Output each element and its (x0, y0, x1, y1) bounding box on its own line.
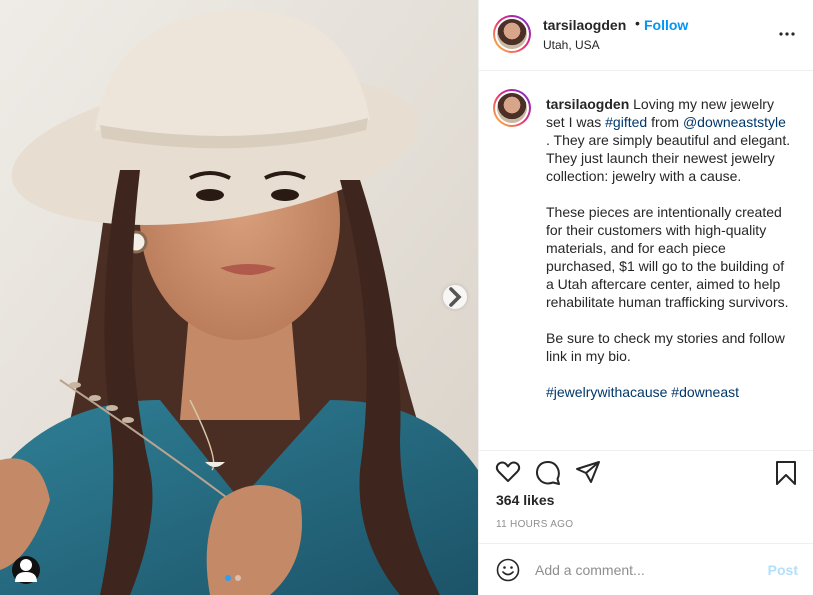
post-comment-button[interactable]: Post (768, 562, 798, 578)
next-photo-button[interactable] (443, 285, 467, 309)
hashtag-link[interactable]: #jewelrywithacause (546, 384, 667, 400)
caption-section: tarsilaogden Loving my new jewelry set I… (479, 72, 813, 450)
carousel-indicator (225, 575, 241, 581)
hashtag-link[interactable]: #gifted (605, 114, 647, 130)
emoji-button[interactable] (496, 558, 520, 587)
carousel-dot (235, 575, 241, 581)
separator-bullet: • (635, 15, 640, 31)
post-sidebar: tarsilaogden • Follow Utah, USA tarsilao… (478, 0, 813, 595)
post-timestamp[interactable]: 11 HOURS AGO (496, 519, 573, 530)
like-button[interactable] (495, 460, 521, 489)
mention-link[interactable]: @downeaststyle (683, 114, 786, 130)
author-username[interactable]: tarsilaogden (543, 17, 626, 33)
comment-bar: Post (479, 543, 813, 595)
post-actions: 364 likes 11 HOURS AGO (479, 450, 813, 545)
more-options-icon (779, 32, 795, 36)
heart-icon (495, 461, 521, 482)
bookmark-icon (776, 461, 796, 485)
save-button[interactable] (775, 460, 797, 491)
post-location[interactable]: Utah, USA (543, 38, 600, 52)
more-options-button[interactable] (775, 24, 799, 44)
caption-text: from (647, 114, 683, 130)
share-icon (576, 461, 600, 483)
likes-count[interactable]: 364 likes (496, 492, 554, 508)
caption-text: . They are simply beautiful and elegant.… (546, 132, 791, 364)
emoji-icon (496, 558, 520, 582)
comment-input[interactable] (535, 560, 755, 580)
post-header: tarsilaogden • Follow Utah, USA (479, 0, 813, 71)
comment-icon (535, 461, 560, 485)
carousel-dot-active (225, 575, 231, 581)
post-photo[interactable] (0, 0, 478, 595)
share-button[interactable] (575, 460, 601, 489)
chevron-right-icon (449, 287, 462, 307)
follow-button[interactable]: Follow (644, 17, 688, 33)
caption-avatar[interactable] (493, 89, 531, 127)
portrait-image (0, 0, 478, 595)
person-icon (15, 559, 37, 582)
caption-username[interactable]: tarsilaogden (546, 96, 629, 112)
tagged-users-button[interactable] (12, 556, 40, 584)
author-avatar[interactable] (493, 15, 531, 53)
comment-button[interactable] (535, 460, 561, 491)
post-caption: tarsilaogden Loving my new jewelry set I… (546, 95, 792, 401)
hashtag-link[interactable]: #downeast (671, 384, 739, 400)
